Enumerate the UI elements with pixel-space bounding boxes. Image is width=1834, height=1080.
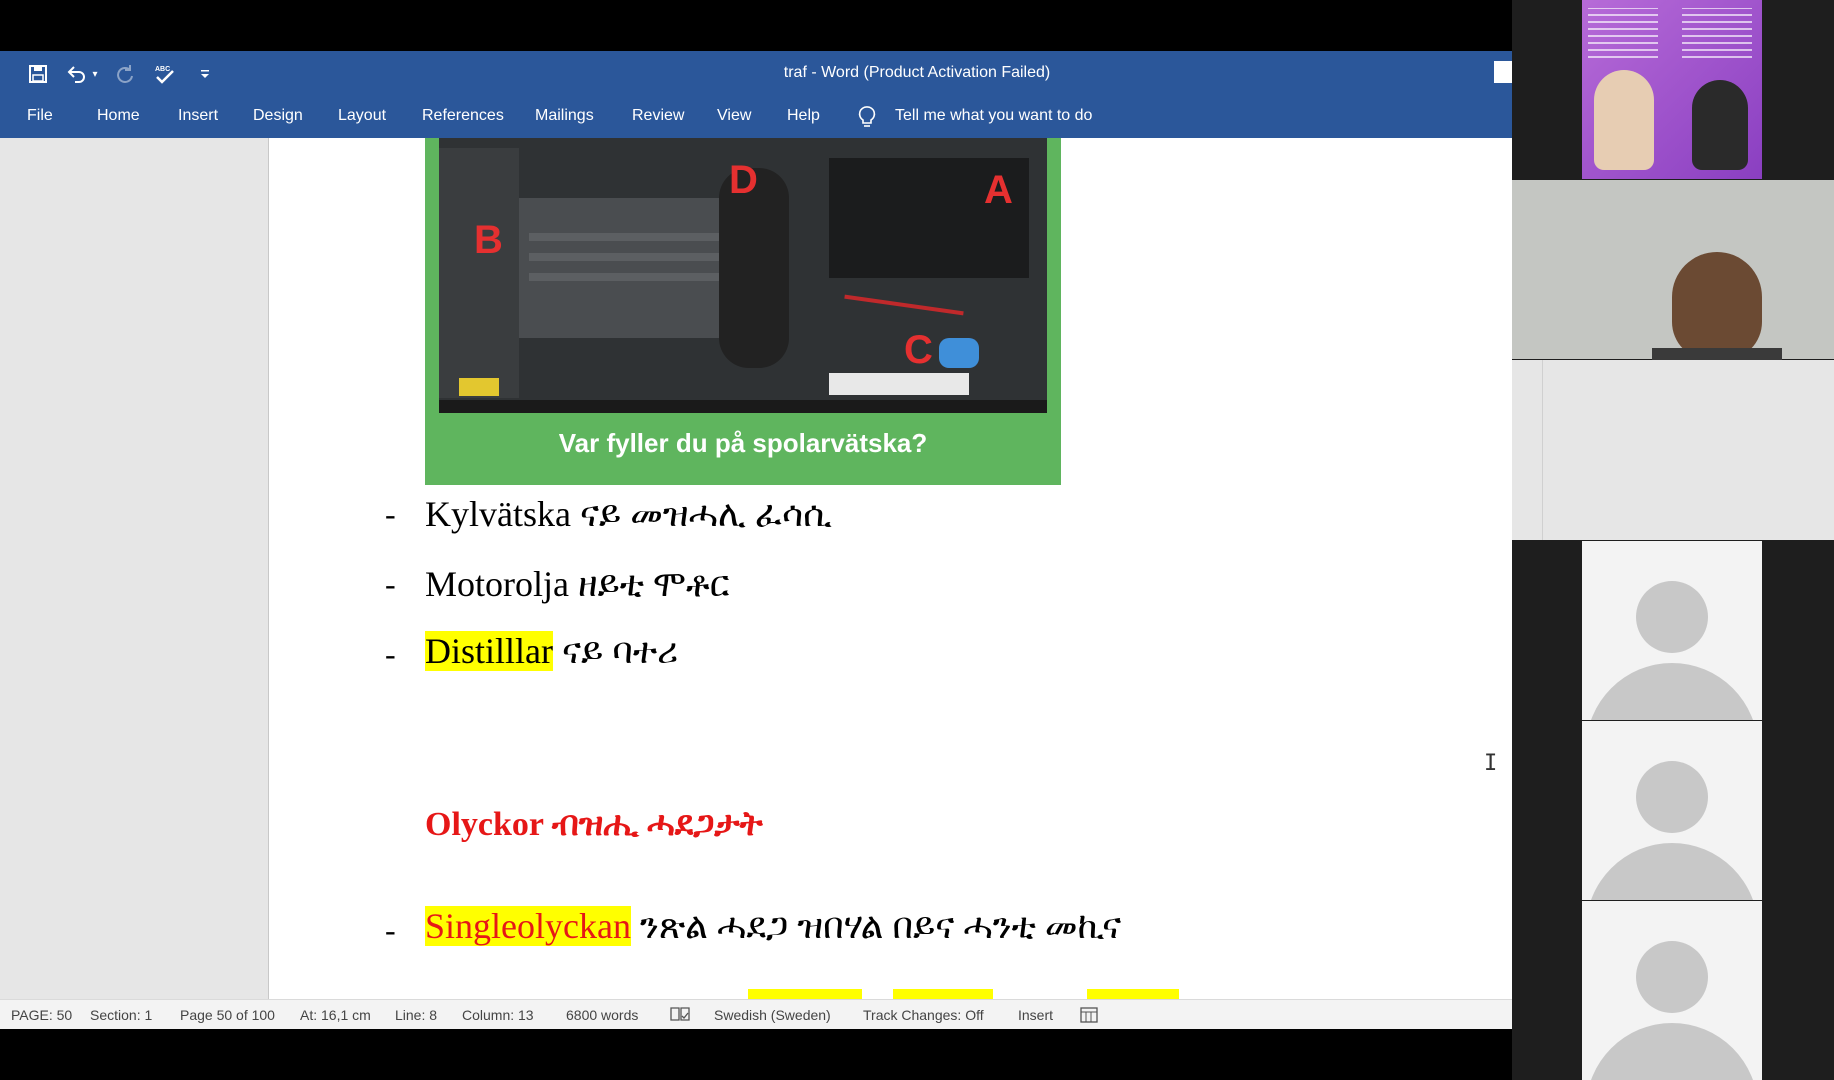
list-item-coolant[interactable]: Kylvätska ናይ መዝሓሊ ፈሳሲ <box>425 493 832 536</box>
tab-home[interactable]: Home <box>97 107 140 125</box>
bottom-black-bar <box>0 1029 1512 1080</box>
participant-avatar-placeholder[interactable] <box>1582 541 1762 720</box>
highlight-fragment <box>1087 989 1179 999</box>
proofing-icon[interactable] <box>670 1006 690 1027</box>
status-page-of[interactable]: Page 50 of 100 <box>180 1007 275 1023</box>
list-dash: - <box>385 566 396 602</box>
highlight-fragment <box>748 989 862 999</box>
ribbon-tabs: File Home Insert Design Layout Reference… <box>0 95 1512 138</box>
participant-thumbnail-poster[interactable] <box>1582 0 1762 179</box>
tigrinya-term: ዘይቲ ሞቶር <box>568 564 730 604</box>
list-item-single-accident[interactable]: Singleolyckan ንጽል ሓደጋ ዝበሃል በይና ሓንቲ መኪና <box>425 905 1121 948</box>
tab-mailings[interactable]: Mailings <box>535 107 594 125</box>
image-label-b: B <box>474 218 503 262</box>
tigrinya-term: ንጽል ሓደጋ ዝበሃል በይና ሓንቲ መኪና <box>630 906 1122 946</box>
engine-photo: D A B C <box>439 138 1047 413</box>
heading-swedish: Olyckor <box>425 806 544 843</box>
tab-references[interactable]: References <box>422 107 504 125</box>
status-words[interactable]: 6800 words <box>566 1007 638 1023</box>
engine-bay-image[interactable]: D A B C Var fyller du på spolarvätska? <box>425 138 1061 485</box>
list-item-distilled[interactable]: Distilllar ናይ ባተሪ <box>425 630 678 673</box>
highlight-fragment <box>893 989 993 999</box>
tab-layout[interactable]: Layout <box>338 107 386 125</box>
swedish-term: Kylvätska <box>425 494 571 534</box>
title-bar: ▾ ABC traf - Word (Product Activation Fa… <box>0 51 1512 95</box>
status-column[interactable]: Column: 13 <box>462 1007 534 1023</box>
tab-design[interactable]: Design <box>253 107 303 125</box>
list-item-motor-oil[interactable]: Motorolja ዘይቲ ሞቶር <box>425 563 729 606</box>
swedish-term-highlighted: Distilllar <box>425 631 553 671</box>
window-title: traf - Word (Product Activation Failed) <box>783 64 1051 81</box>
tab-insert[interactable]: Insert <box>178 107 218 125</box>
lightbulb-icon <box>858 105 876 134</box>
participant-avatar-placeholder[interactable] <box>1582 901 1762 1080</box>
participant-empty-tile <box>1512 360 1834 540</box>
status-language[interactable]: Swedish (Sweden) <box>714 1007 831 1023</box>
status-track-changes[interactable]: Track Changes: Off <box>863 1007 984 1023</box>
image-caption: Var fyller du på spolarvätska? <box>558 428 928 458</box>
tab-view[interactable]: View <box>717 107 751 125</box>
status-at[interactable]: At: 16,1 cm <box>300 1007 371 1023</box>
swedish-term-highlighted: Singleolyckan <box>425 906 631 946</box>
word-window: ▾ ABC traf - Word (Product Activation Fa… <box>0 51 1512 1029</box>
tab-review[interactable]: Review <box>632 107 684 125</box>
status-page[interactable]: PAGE: 50 <box>11 1007 72 1023</box>
avatar-body-icon <box>1586 843 1758 900</box>
avatar-body-icon <box>1586 663 1758 720</box>
title-wrap: traf - Word (Product Activation Failed) <box>0 51 1512 95</box>
tigrinya-term: ናይ መዝሓሊ ፈሳሲ <box>570 494 832 534</box>
status-section[interactable]: Section: 1 <box>90 1007 152 1023</box>
tigrinya-term: ናይ ባተሪ <box>553 631 679 671</box>
tell-me-search[interactable]: Tell me what you want to do <box>895 107 1092 125</box>
image-label-a: A <box>984 168 1013 212</box>
document-page[interactable]: D A B C Var fyller du på spolarvätska? -… <box>268 138 1512 999</box>
image-label-d: D <box>729 158 758 202</box>
avatar-body-icon <box>1586 1023 1758 1080</box>
status-line[interactable]: Line: 8 <box>395 1007 437 1023</box>
macro-recording-icon[interactable] <box>1080 1007 1098 1028</box>
video-participants-panel <box>1512 0 1834 1080</box>
section-heading[interactable]: Olyckor ብዝሒ ሓደጋታት <box>425 806 763 844</box>
avatar-head-icon <box>1636 761 1708 833</box>
status-bar: PAGE: 50 Section: 1 Page 50 of 100 At: 1… <box>0 999 1512 1029</box>
list-dash: - <box>385 912 396 948</box>
tab-help[interactable]: Help <box>787 107 820 125</box>
list-dash: - <box>385 636 396 672</box>
avatar-head-icon <box>1636 941 1708 1013</box>
document-area: D A B C Var fyller du på spolarvätska? -… <box>0 138 1512 999</box>
participant-video-camera[interactable] <box>1512 180 1834 360</box>
participant-avatar-placeholder[interactable] <box>1582 721 1762 900</box>
list-dash: - <box>385 496 396 532</box>
image-label-c: C <box>904 328 933 372</box>
account-box[interactable] <box>1494 61 1512 83</box>
heading-tigrinya: ብዝሒ ሓደጋታት <box>543 806 763 843</box>
text-cursor-icon: I <box>1484 751 1498 776</box>
status-insert-mode[interactable]: Insert <box>1018 1007 1053 1023</box>
avatar-head-icon <box>1636 581 1708 653</box>
swedish-term: Motorolja <box>425 564 569 604</box>
tab-file[interactable]: File <box>27 107 53 125</box>
